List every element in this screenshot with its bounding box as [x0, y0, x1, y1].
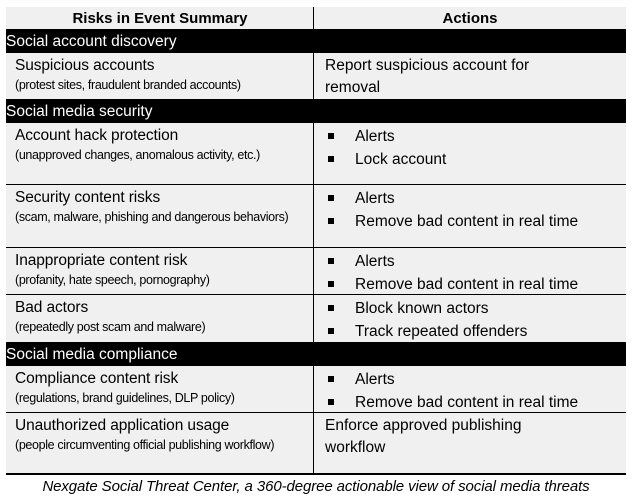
table-row: Inappropriate content risk (profanity, h…	[6, 248, 626, 295]
table-row: Bad actors (repeatedly post scam and mal…	[6, 295, 626, 343]
bullet-icon	[328, 328, 334, 334]
risk-detail: (protest sites, fraudulent branded accou…	[15, 78, 241, 92]
action-item: Alerts	[325, 125, 618, 148]
table-row: Suspicious accounts (protest sites, frau…	[6, 53, 626, 100]
risk-cell: Inappropriate content risk (profanity, h…	[6, 248, 314, 294]
action-list: Alerts Remove bad content in real time	[325, 368, 618, 414]
table-row: Unauthorized application usage (people c…	[6, 413, 626, 475]
header-actions: Actions	[442, 10, 498, 27]
header-risks: Risks in Event Summary	[6, 7, 314, 29]
action-cell: Alerts Lock account	[314, 123, 626, 184]
action-list: Alerts Lock account	[325, 125, 618, 171]
risk-title: Compliance content risk	[15, 370, 179, 387]
bullet-icon	[328, 376, 334, 382]
action-cell: Enforce approved publishing workflow	[314, 413, 626, 473]
action-cell: Report suspicious account for removal	[314, 53, 626, 99]
action-item: Remove bad content in real time	[325, 273, 618, 296]
action-cell: Alerts Remove bad content in real time	[314, 366, 626, 412]
risk-cell: Suspicious accounts (protest sites, frau…	[6, 53, 314, 99]
risk-cell: Security content risks (scam, malware, p…	[6, 185, 314, 247]
bullet-icon	[328, 305, 334, 311]
risk-title: Bad actors	[15, 299, 89, 316]
bullet-icon	[328, 399, 334, 405]
risk-cell: Bad actors (repeatedly post scam and mal…	[6, 295, 314, 342]
action-item: Track repeated offenders	[325, 320, 618, 343]
risk-title: Account hack protection	[15, 127, 179, 144]
action-list: Alerts Remove bad content in real time	[325, 250, 618, 296]
risk-cell: Account hack protection (unapproved chan…	[6, 123, 314, 184]
action-item: Alerts	[325, 368, 618, 391]
risk-detail: (regulations, brand guidelines, DLP poli…	[15, 391, 235, 405]
action-list: Alerts Remove bad content in real time	[325, 187, 618, 233]
risk-detail: (people circumventing official publishin…	[15, 438, 275, 452]
action-list: Block known actors Track repeated offend…	[325, 297, 618, 343]
risk-title: Suspicious accounts	[15, 57, 155, 74]
bullet-icon	[328, 133, 334, 139]
action-cell: Alerts Remove bad content in real time	[314, 248, 626, 294]
action-cell: Alerts Remove bad content in real time	[314, 185, 626, 247]
risk-detail: (repeatedly post scam and malware)	[15, 320, 206, 334]
action-text: Report suspicious account for removal	[325, 57, 530, 96]
risk-title: Inappropriate content risk	[15, 252, 188, 269]
section-band: Social account discovery	[6, 30, 626, 53]
risk-title: Security content risks	[15, 189, 161, 206]
bullet-icon	[328, 218, 334, 224]
table-header-row: Risks in Event Summary Actions	[6, 7, 626, 30]
bullet-icon	[328, 156, 334, 162]
risk-detail: (scam, malware, phishing and dangerous b…	[15, 210, 289, 224]
section-band: Social media security	[6, 100, 626, 123]
risk-actions-table: Risks in Event Summary Actions Social ac…	[6, 7, 626, 475]
action-cell: Block known actors Track repeated offend…	[314, 295, 626, 342]
action-item: Lock account	[325, 148, 618, 171]
risk-title: Unauthorized application usage	[15, 417, 230, 434]
risk-detail: (unapproved changes, anomalous activity,…	[15, 148, 260, 162]
table-row: Security content risks (scam, malware, p…	[6, 185, 626, 248]
bullet-icon	[328, 258, 334, 264]
action-item: Alerts	[325, 187, 618, 210]
risk-detail: (profanity, hate speech, pornography)	[15, 273, 210, 287]
risk-cell: Compliance content risk (regulations, br…	[6, 366, 314, 412]
action-item: Remove bad content in real time	[325, 391, 618, 414]
action-item: Alerts	[325, 250, 618, 273]
risk-cell: Unauthorized application usage (people c…	[6, 413, 314, 473]
action-item: Remove bad content in real time	[325, 210, 618, 233]
figure-caption: Nexgate Social Threat Center, a 360-degr…	[42, 478, 590, 495]
table-row: Account hack protection (unapproved chan…	[6, 123, 626, 185]
table-row: Compliance content risk (regulations, br…	[6, 366, 626, 413]
bullet-icon	[328, 195, 334, 201]
action-text: Enforce approved publishing workflow	[325, 417, 522, 456]
bullet-icon	[328, 281, 334, 287]
section-band: Social media compliance	[6, 343, 626, 366]
action-item: Block known actors	[325, 297, 618, 320]
